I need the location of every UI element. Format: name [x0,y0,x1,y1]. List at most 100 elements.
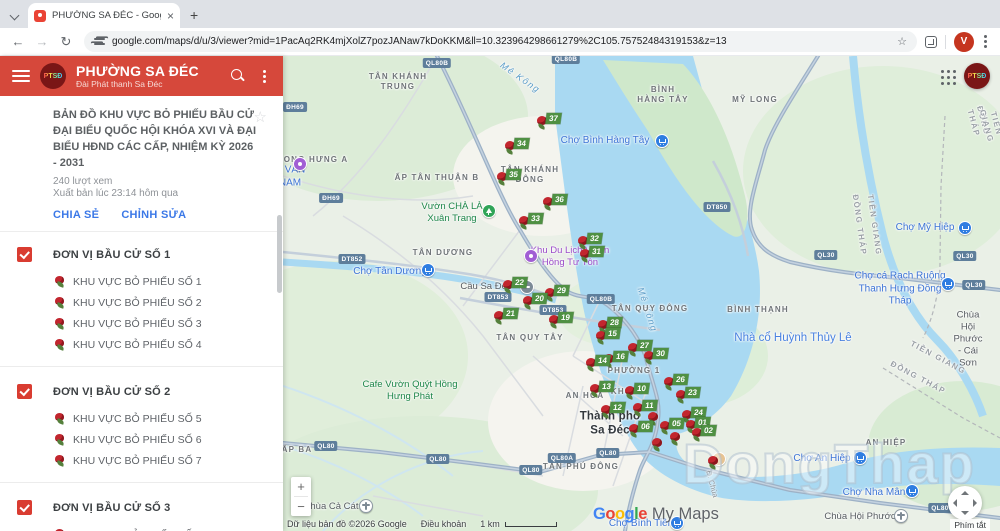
cart-poi-icon[interactable] [905,484,919,498]
tab-close-icon[interactable]: × [167,10,174,22]
search-icon[interactable] [231,69,245,83]
map-marker[interactable]: 31 [580,249,606,267]
tab-title: PHƯỜNG SA ĐÉC - Google My [52,10,161,21]
zoom-out-button[interactable]: − [291,497,311,516]
layer-item[interactable]: KHU VỰC BỎ PHIẾU SỐ 8 [0,525,283,531]
marker-number: 30 [652,348,669,359]
map-description: BẢN ĐỒ KHU VỰC BỎ PHIẾU BẦU CỬ ĐẠI BIỂU … [53,108,257,172]
browser-toolbar: ← → ↻ google.com/maps/d/u/3/viewer?mid=1… [0,28,1000,56]
rose-icon [55,297,67,310]
marker-number: 13 [598,381,615,392]
map-marker[interactable] [652,438,678,456]
layer-item[interactable]: KHU VỰC BỎ PHIẾU SỐ 6 [0,430,283,451]
map-marker[interactable]: 14 [586,358,612,376]
new-tab-button[interactable]: + [190,8,198,22]
google-my-maps-logo: Google My Maps [593,505,719,524]
map-marker[interactable]: 19 [549,315,575,333]
marker-number: 22 [511,277,528,288]
map-base-art [283,56,1000,531]
leisure-poi-icon[interactable] [293,157,307,171]
marker-number: 28 [606,317,623,328]
extensions-icon[interactable] [925,36,937,48]
map-marker[interactable]: 35 [497,172,523,190]
layer-item[interactable]: KHU VỰC BỎ PHIẾU SỐ 1 [0,272,283,293]
cart-poi-icon[interactable] [958,221,972,235]
layer-checkbox[interactable] [17,384,32,399]
reload-button[interactable]: ↻ [56,34,76,50]
marker-number: 32 [586,233,603,244]
channel-logo-avatar[interactable]: PTSĐ [964,63,990,89]
layer-item[interactable]: KHU VỰC BỎ PHIẾU SỐ 2 [0,293,283,314]
park-poi-icon[interactable] [482,204,496,218]
pan-up-icon[interactable] [961,491,969,495]
browser-menu-icon[interactable] [978,33,992,50]
cart-poi-icon[interactable] [655,134,669,148]
layer-group[interactable]: ĐƠN VỊ BẦU CỬ SỐ 3 [0,491,283,525]
layer-checkbox[interactable] [17,500,32,515]
google-apps-grid-icon[interactable] [941,70,956,85]
layer-item-label: KHU VỰC BỎ PHIẾU SỐ 6 [73,434,202,446]
marker-number: 31 [588,246,605,257]
cart-poi-icon[interactable] [421,263,435,277]
map-marker[interactable]: 30 [644,351,670,369]
terms-link[interactable]: Điều khoản [421,519,467,529]
sidebar-scrollbar[interactable] [277,215,282,293]
layer-group[interactable]: ĐƠN VỊ BẦU CỬ SỐ 1 [0,238,283,272]
map-sidebar: PTSĐ PHƯỜNG SA ĐÉC Đài Phát thanh Sa Đéc… [0,56,283,531]
layer-checkbox[interactable] [17,247,32,262]
pan-right-icon[interactable] [973,499,977,507]
mymaps-favicon-icon [34,10,46,22]
layer-item[interactable]: KHU VỰC BỎ PHIẾU SỐ 5 [0,409,283,430]
cart-poi-icon[interactable] [853,451,867,465]
keyboard-shortcuts-link[interactable]: Phím tắt [950,519,990,531]
share-button[interactable]: CHIA SẺ [53,209,99,221]
back-button[interactable]: ← [8,34,28,49]
pan-down-icon[interactable] [961,511,969,515]
browser-tab[interactable]: PHƯỜNG SA ĐÉC - Google My × [28,3,180,28]
google-logo: Google [593,505,647,524]
map-marker[interactable]: 15 [596,331,622,349]
bookmark-star-icon[interactable]: ☆ [897,35,907,48]
map-marker[interactable]: 13 [590,384,616,402]
map-marker[interactable]: 23 [676,390,702,408]
forward-button[interactable]: → [32,34,52,49]
map-canvas[interactable]: TÂN KHÁNH TRUNGLONG HƯNG AH VĂN NAMẤP TÂ… [283,56,1000,531]
layer-item[interactable]: KHU VỰC BỎ PHIẾU SỐ 7 [0,451,283,472]
marker-number: 11 [641,400,658,411]
marker-number: 35 [505,169,522,180]
save-map-star-icon[interactable]: ☆ [254,108,267,126]
address-bar[interactable]: google.com/maps/d/u/3/viewer?mid=1PacAq2… [84,31,917,52]
map-marker[interactable]: 37 [537,116,563,134]
map-marker[interactable]: 36 [543,197,569,215]
temple-poi-icon[interactable] [894,509,908,523]
layer-item[interactable]: KHU VỰC BỎ PHIẾU SỐ 3 [0,314,283,335]
site-settings-icon[interactable] [94,37,105,46]
zoom-control: + − [291,477,311,516]
edit-button[interactable]: CHỈNH SỬA [121,209,186,221]
map-marker[interactable]: 34 [505,141,531,159]
my-maps-label: My Maps [652,505,719,524]
sidebar-menu-icon[interactable] [257,68,271,85]
map-marker[interactable]: 21 [494,311,520,329]
zoom-in-button[interactable]: + [291,477,311,496]
pan-left-icon[interactable] [953,499,957,507]
leisure-poi-icon[interactable] [524,249,538,263]
map-marker[interactable]: 33 [519,216,545,234]
temple-poi-icon[interactable] [359,499,373,513]
map-marker[interactable]: 12 [601,405,627,423]
layer-item[interactable]: KHU VỰC BỎ PHIẾU SỐ 4 [0,335,283,356]
hamburger-menu-icon[interactable] [12,70,30,82]
map-marker[interactable] [708,456,734,474]
profile-avatar[interactable]: V [954,32,974,52]
group-divider [0,366,283,367]
marker-number: 12 [609,402,626,413]
scale-line [505,522,557,527]
marker-number: 34 [513,138,530,149]
rose-icon [55,413,67,426]
layer-group[interactable]: ĐƠN VỊ BẦU CỬ SỐ 2 [0,375,283,409]
marker-number: 20 [531,293,548,304]
tab-search-chevron-icon[interactable] [10,10,20,20]
map-marker[interactable]: 20 [523,296,549,314]
pan-control[interactable] [948,486,982,520]
cart-poi-icon[interactable] [941,277,955,291]
